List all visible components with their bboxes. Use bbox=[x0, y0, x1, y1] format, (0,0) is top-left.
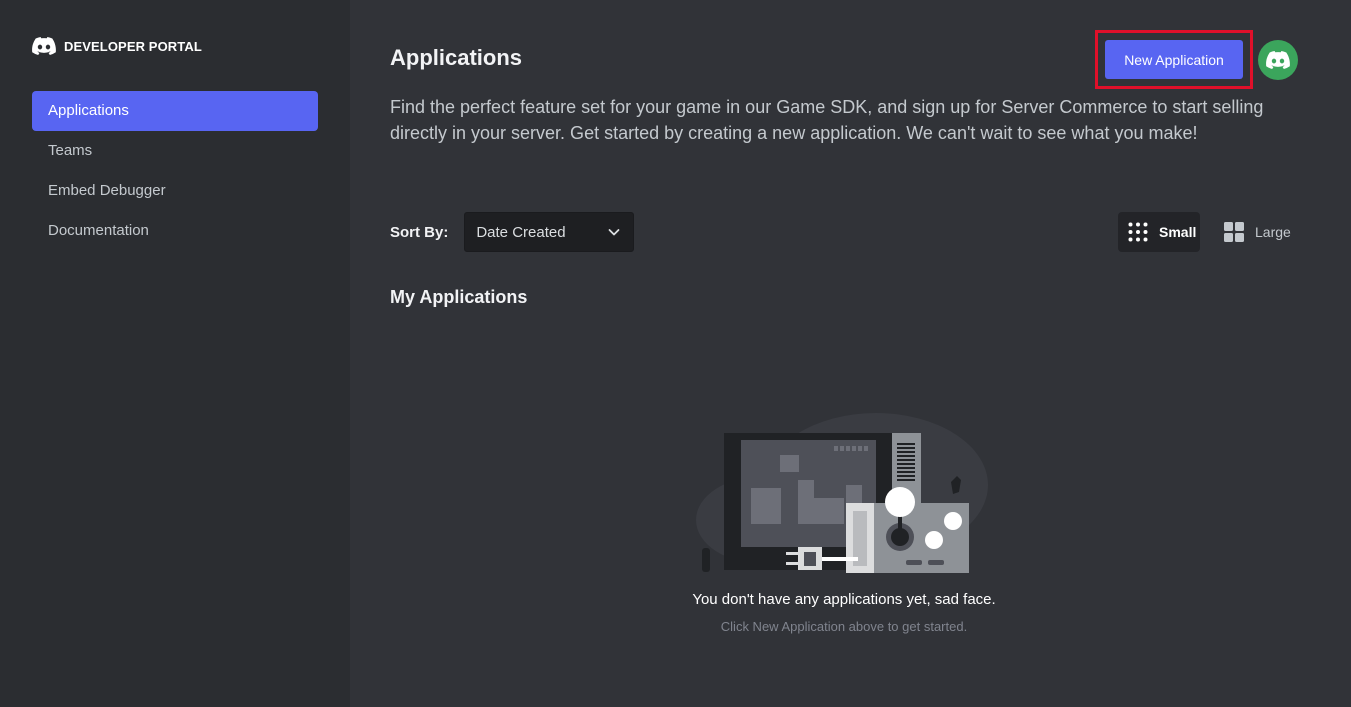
page-description: Find the perfect feature set for your ga… bbox=[390, 97, 1264, 143]
new-application-highlight: New Application bbox=[1095, 30, 1253, 89]
empty-state-subtitle: Click New Application above to get start… bbox=[720, 619, 968, 634]
sort-row: Sort By: Date Created bbox=[390, 212, 635, 252]
view-large-button[interactable]: Large bbox=[1216, 212, 1296, 252]
sidebar-nav: Applications Teams Embed Debugger Docume… bbox=[32, 91, 318, 251]
discord-avatar-icon bbox=[1266, 51, 1290, 69]
small-grid-icon bbox=[1128, 222, 1148, 242]
chevron-down-icon bbox=[608, 229, 620, 236]
sidebar-item-documentation[interactable]: Documentation bbox=[32, 211, 318, 251]
sidebar-item-teams[interactable]: Teams bbox=[32, 131, 318, 171]
view-large-label: Large bbox=[1255, 224, 1291, 240]
empty-state-illustration bbox=[696, 413, 988, 573]
sort-dropdown[interactable]: Date Created bbox=[464, 212, 635, 252]
sort-value: Date Created bbox=[476, 223, 566, 241]
sort-label: Sort By: bbox=[390, 223, 449, 241]
page-title: Applications bbox=[390, 45, 523, 70]
brand[interactable]: DEVELOPER PORTAL bbox=[32, 36, 202, 56]
large-grid-icon bbox=[1224, 222, 1244, 242]
brand-title: DEVELOPER PORTAL bbox=[64, 38, 202, 54]
main-content: Applications New Application Find the pe… bbox=[350, 0, 1351, 707]
view-small-label: Small bbox=[1159, 224, 1197, 240]
empty-state-title: You don't have any applications yet, sad… bbox=[692, 591, 996, 608]
avatar[interactable] bbox=[1258, 40, 1298, 80]
sidebar-item-applications[interactable]: Applications bbox=[32, 91, 318, 131]
discord-logo-icon bbox=[32, 37, 56, 55]
sidebar: DEVELOPER PORTAL Applications Teams Embe… bbox=[0, 0, 350, 707]
my-applications-heading: My Applications bbox=[390, 287, 528, 307]
new-application-button[interactable]: New Application bbox=[1105, 40, 1243, 79]
developer-portal: DEVELOPER PORTAL Applications Teams Embe… bbox=[0, 0, 1351, 707]
view-small-button[interactable]: Small bbox=[1118, 212, 1200, 252]
sidebar-item-embed-debugger[interactable]: Embed Debugger bbox=[32, 171, 318, 211]
